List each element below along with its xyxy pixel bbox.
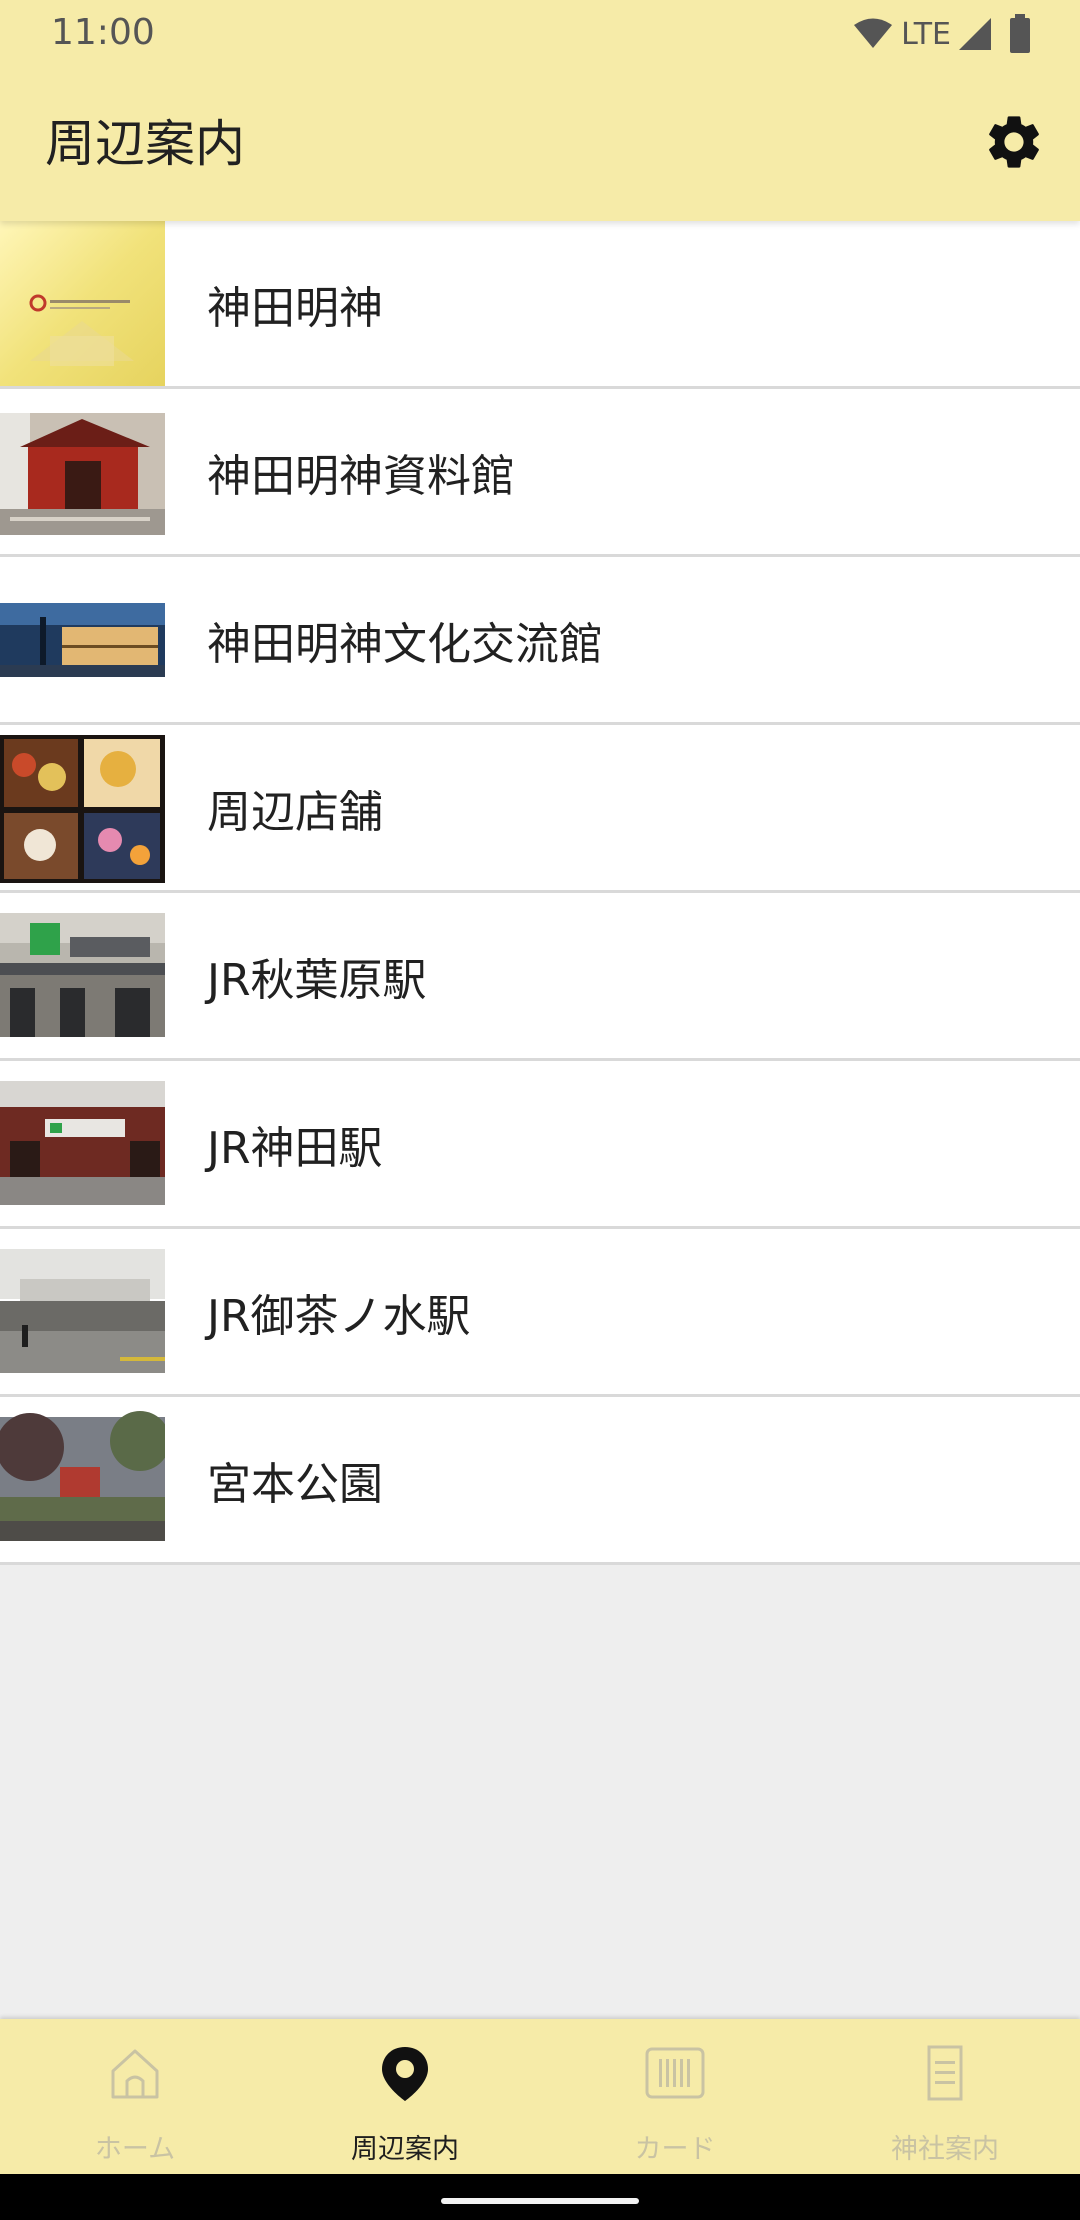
place-thumbnail — [0, 1397, 165, 1562]
nav-nearby[interactable]: 周辺案内 — [270, 2019, 540, 2174]
bottom-navigation: ホーム 周辺案内 カード 神社案内 — [0, 2019, 1080, 2174]
document-icon — [927, 2045, 963, 2101]
place-list: 神田明神 神田明神資料館 神田明神文化交流館 周辺店舗 JR秋葉原駅 JR神田駅… — [0, 221, 1080, 1565]
nav-label: ホーム — [94, 2134, 176, 2165]
place-label: 神田明神 — [207, 282, 383, 334]
nav-label: カード — [634, 2134, 716, 2165]
place-row-kanda-station[interactable]: JR神田駅 — [0, 1061, 1080, 1229]
place-row-kanda-myojin[interactable]: 神田明神 — [0, 221, 1080, 389]
place-label: JR秋葉原駅 — [207, 954, 427, 1006]
nav-label: 周辺案内 — [351, 2134, 459, 2165]
home-icon — [111, 2049, 159, 2099]
home-gesture-handle[interactable] — [441, 2198, 639, 2204]
place-label: 周辺店舗 — [207, 786, 383, 838]
system-navigation-bar — [0, 2174, 1080, 2220]
nav-home[interactable]: ホーム — [0, 2019, 270, 2174]
nav-card[interactable]: カード — [540, 2019, 810, 2174]
place-thumbnail — [0, 1229, 165, 1394]
place-label: JR御茶ノ水駅 — [207, 1290, 471, 1342]
page-title: 周辺案内 — [45, 115, 245, 173]
status-bar: 11:00 LTE — [0, 0, 1080, 66]
place-thumbnail — [0, 389, 165, 554]
gear-icon[interactable] — [982, 110, 1046, 174]
nav-label: 神社案内 — [891, 2134, 999, 2165]
battery-icon — [1010, 14, 1030, 53]
place-row-shops[interactable]: 周辺店舗 — [0, 725, 1080, 893]
place-thumbnail — [0, 221, 165, 386]
place-label: 神田明神文化交流館 — [207, 618, 603, 670]
place-thumbnail — [0, 1061, 165, 1226]
status-icons: LTE — [853, 14, 1035, 54]
place-row-miyamoto-park[interactable]: 宮本公園 — [0, 1397, 1080, 1565]
status-time: 11:00 — [51, 12, 155, 53]
place-label: JR神田駅 — [207, 1122, 383, 1174]
barcode-card-icon — [645, 2047, 705, 2099]
place-thumbnail — [0, 893, 165, 1058]
network-type-label: LTE — [901, 16, 951, 52]
place-label: 宮本公園 — [207, 1458, 383, 1510]
app-bar: 11:00 LTE 周辺案内 — [0, 0, 1080, 221]
place-thumbnail — [0, 557, 165, 722]
place-row-culture-hall[interactable]: 神田明神文化交流館 — [0, 557, 1080, 725]
place-thumbnail — [0, 725, 165, 890]
place-label: 神田明神資料館 — [207, 450, 515, 502]
place-row-akihabara-station[interactable]: JR秋葉原駅 — [0, 893, 1080, 1061]
wifi-icon — [854, 18, 893, 48]
cell-signal-icon — [959, 18, 991, 50]
place-row-ochanomizu-station[interactable]: JR御茶ノ水駅 — [0, 1229, 1080, 1397]
place-row-museum[interactable]: 神田明神資料館 — [0, 389, 1080, 557]
location-pin-icon — [382, 2047, 428, 2101]
nav-shrine-guide[interactable]: 神社案内 — [810, 2019, 1080, 2174]
